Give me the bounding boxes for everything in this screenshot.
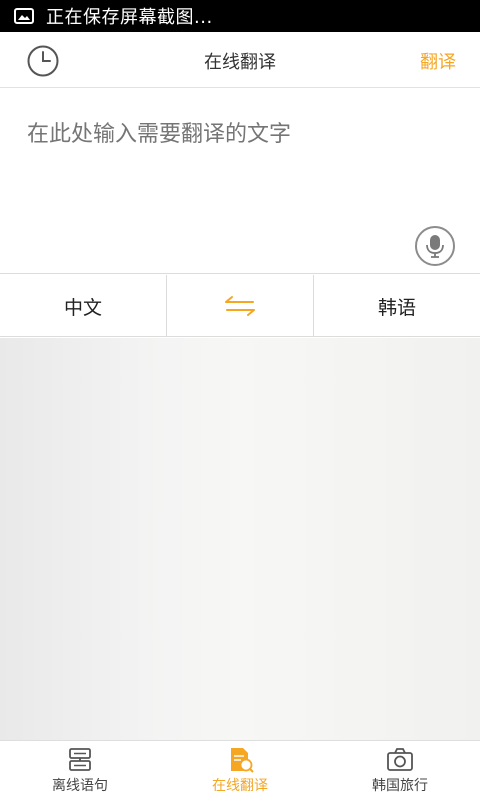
swap-arrows-icon [225, 295, 255, 316]
nav-label: 韩国旅行 [372, 778, 428, 794]
translation-input[interactable] [27, 122, 447, 147]
bottom-navigation: 离线语句 在线翻译 韩国旅行 [0, 740, 480, 800]
input-panel [0, 88, 480, 274]
swap-languages-button[interactable] [167, 275, 314, 336]
target-language-button[interactable]: 韩语 [314, 275, 480, 337]
phrasebook-icon [69, 748, 91, 771]
microphone-icon [426, 235, 444, 258]
translate-document-icon [231, 748, 254, 773]
status-text: 正在保存屏幕截图... [46, 7, 213, 28]
nav-label: 离线语句 [52, 778, 108, 794]
translate-button[interactable]: 翻译 [420, 48, 456, 74]
nav-item-korea-travel[interactable]: 韩国旅行 [320, 741, 480, 800]
nav-item-online-translate[interactable]: 在线翻译 [160, 741, 320, 800]
image-icon [14, 8, 34, 24]
result-panel [0, 338, 480, 740]
top-header: 在线翻译 翻译 [0, 32, 480, 88]
source-language-button[interactable]: 中文 [0, 275, 167, 337]
nav-item-offline-phrases[interactable]: 离线语句 [0, 741, 160, 800]
nav-label: 在线翻译 [212, 778, 268, 794]
microphone-button[interactable] [415, 226, 455, 266]
status-bar: 正在保存屏幕截图... [0, 0, 480, 32]
camera-icon [387, 748, 413, 771]
language-selector: 中文 韩语 [0, 275, 480, 337]
page-title: 在线翻译 [204, 52, 276, 73]
